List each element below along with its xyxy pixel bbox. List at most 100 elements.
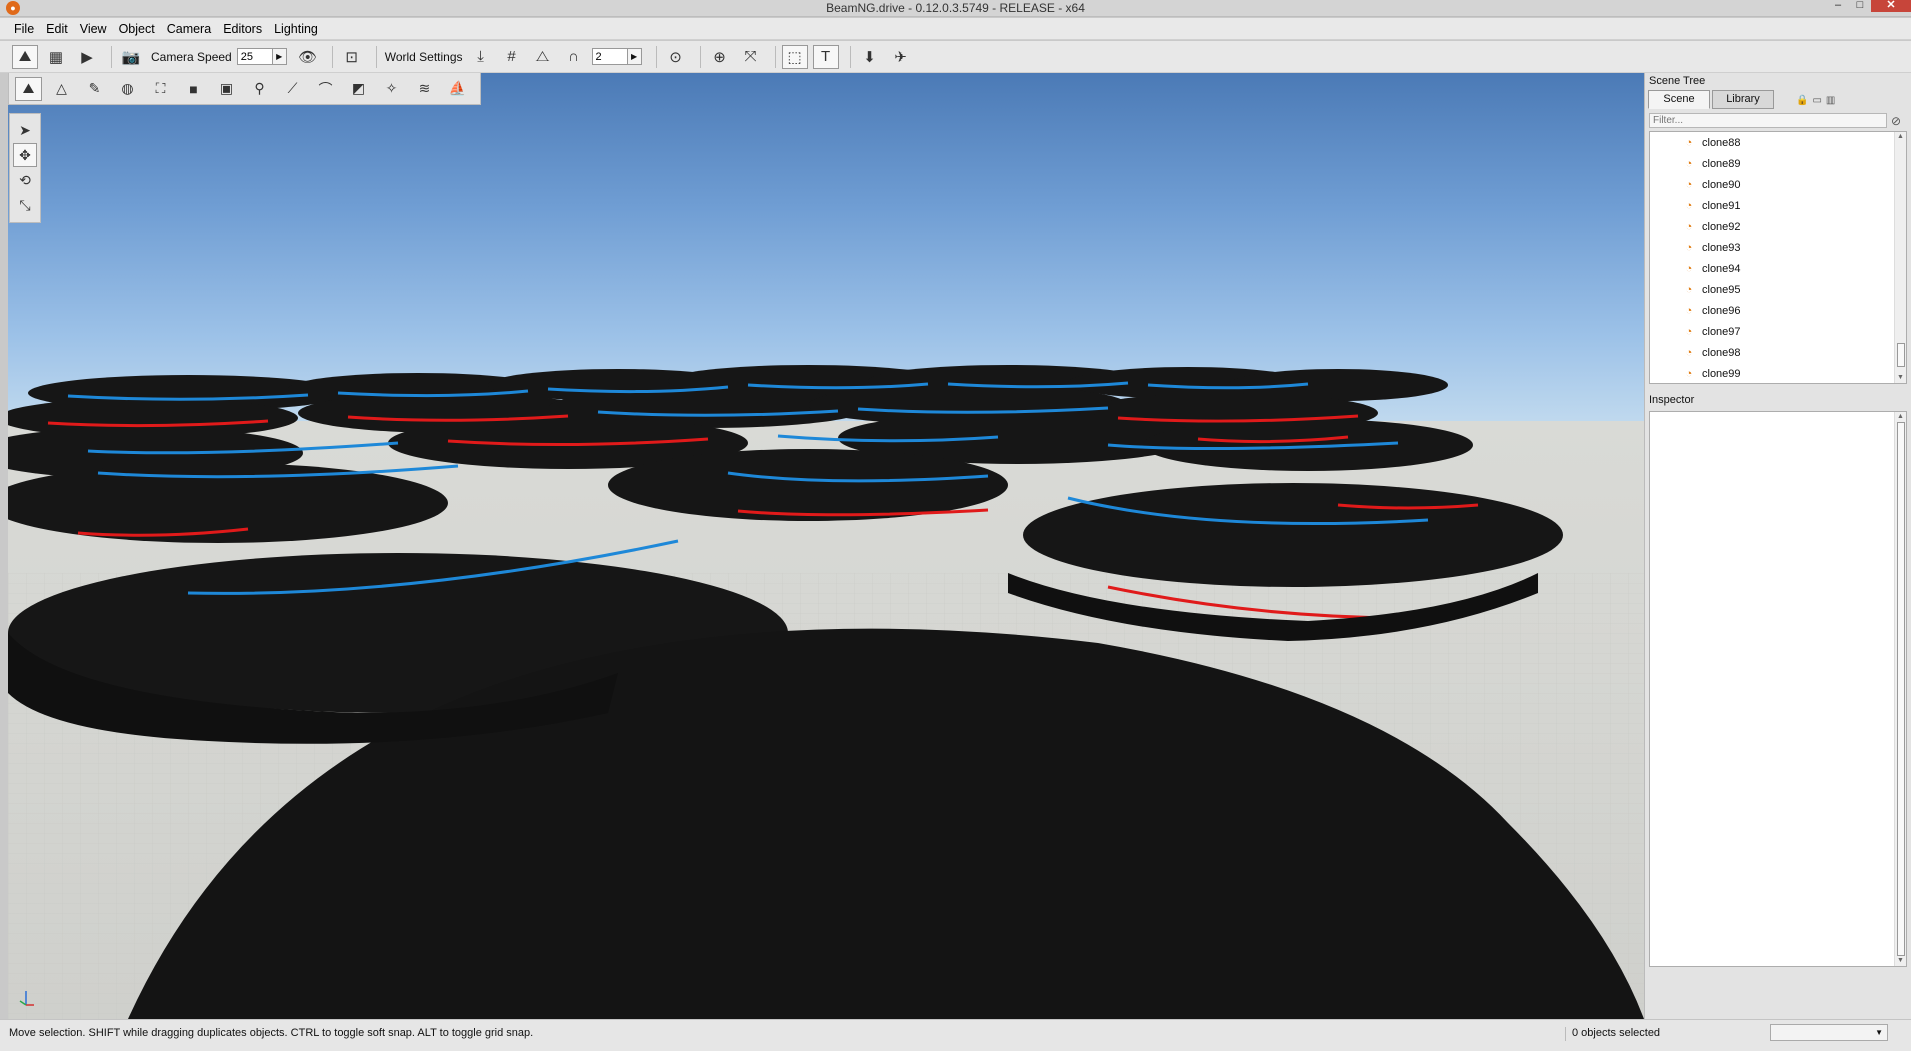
- road-editor-icon[interactable]: ⌒: [312, 77, 339, 101]
- 3d-viewport[interactable]: ⛰ △ ✎ ◍ ⛶ ■ ▣ ⚲ ⟋ ⌒ ◩ ✧ ≋ ⛵ ➤ ✥ ⟲ ⤡: [8, 73, 1644, 1019]
- object-center-icon[interactable]: ⊙: [663, 45, 689, 69]
- camera-icon[interactable]: 📷: [118, 45, 144, 69]
- list-item[interactable]: ◔ clone89: [1650, 153, 1906, 174]
- image-editor-icon[interactable]: ▣: [213, 77, 240, 101]
- list-item-label: clone99: [1702, 367, 1741, 380]
- camera-speed-input[interactable]: [236, 48, 273, 65]
- grid-snap-icon[interactable]: #: [499, 45, 525, 69]
- menu-camera[interactable]: Camera: [167, 22, 211, 36]
- scroll-down-icon[interactable]: ▼: [1895, 373, 1906, 383]
- menu-bar: File Edit View Object Camera Editors Lig…: [0, 18, 1911, 40]
- scale-gizmo-icon[interactable]: ⤡: [13, 193, 37, 217]
- navmesh-icon[interactable]: ✧: [378, 77, 405, 101]
- terrain-editor-icon[interactable]: △: [48, 77, 75, 101]
- forest-editor-icon[interactable]: ⚲: [246, 77, 273, 101]
- menu-view[interactable]: View: [80, 22, 107, 36]
- list-item[interactable]: ◔ clone93: [1650, 237, 1906, 258]
- menu-file[interactable]: File: [14, 22, 34, 36]
- world-editor-icon[interactable]: ⛰: [12, 44, 38, 69]
- magnet-icon[interactable]: ∩: [561, 45, 587, 69]
- gui-editor-icon[interactable]: ▦: [43, 45, 69, 69]
- scrollbar-thumb[interactable]: [1897, 343, 1905, 367]
- world-settings-button[interactable]: World Settings: [385, 50, 463, 64]
- menu-editors[interactable]: Editors: [223, 22, 262, 36]
- list-item[interactable]: ◔ clone96: [1650, 300, 1906, 321]
- tab-library[interactable]: Library: [1712, 90, 1774, 109]
- object-icon: ◔: [1685, 199, 1693, 212]
- maximize-button[interactable]: □: [1849, 0, 1871, 12]
- mesh-road-icon[interactable]: ◩: [345, 77, 372, 101]
- object-editor-icon[interactable]: ⛰: [15, 76, 42, 101]
- inspector-scrollbar[interactable]: ▲ ▼: [1894, 412, 1906, 966]
- visibility-eye-icon[interactable]: 👁: [295, 45, 321, 69]
- snap-bounds-icon[interactable]: ⧍: [530, 45, 556, 69]
- list-item[interactable]: ◔ clone99: [1650, 363, 1906, 383]
- decal-editor-icon[interactable]: ⛶: [147, 77, 174, 101]
- clear-filter-icon[interactable]: ⊘: [1891, 114, 1901, 128]
- object-icon: ◔: [1685, 325, 1693, 338]
- filter-input[interactable]: [1649, 113, 1887, 128]
- fly-camera-icon[interactable]: ✈: [888, 45, 914, 69]
- close-button[interactable]: ✕: [1871, 0, 1911, 12]
- scene-render: [8, 365, 1644, 1019]
- select-box-icon[interactable]: ⬚: [781, 44, 808, 69]
- toolbar-separator: [375, 45, 377, 68]
- list-item[interactable]: ◔ clone92: [1650, 216, 1906, 237]
- world-transform-icon[interactable]: ⊕: [707, 45, 733, 69]
- scroll-up-icon[interactable]: ▲: [1895, 412, 1906, 422]
- rotate-gizmo-icon[interactable]: ⟲: [13, 168, 37, 192]
- status-bar: Move selection. SHIFT while dragging dup…: [0, 1019, 1911, 1051]
- list-item[interactable]: ◔ clone97: [1650, 321, 1906, 342]
- text-label-icon[interactable]: T: [812, 44, 839, 69]
- menu-lighting[interactable]: Lighting: [274, 22, 318, 36]
- drop-object-icon[interactable]: ⬇: [857, 45, 883, 69]
- list-item[interactable]: ◔ clone94: [1650, 258, 1906, 279]
- list-item[interactable]: ◔ clone91: [1650, 195, 1906, 216]
- scene-tree-list[interactable]: ◔ clone88 ◔ clone89 ◔ clone90 ◔ clone91 ◔ clo…: [1649, 131, 1907, 384]
- object-icon: ◔: [1685, 283, 1693, 296]
- list-item[interactable]: ◔ clone88: [1650, 132, 1906, 153]
- move-gizmo-icon[interactable]: ✥: [13, 143, 37, 167]
- list-item[interactable]: ◔ clone98: [1650, 342, 1906, 363]
- material-box-icon[interactable]: ■: [180, 77, 207, 101]
- snap-terrain-icon[interactable]: ⤓: [468, 45, 494, 69]
- minimize-button[interactable]: –: [1827, 0, 1849, 12]
- new-group-icon[interactable]: ▭: [1812, 95, 1821, 106]
- tab-scene[interactable]: Scene: [1648, 90, 1710, 109]
- toolbar-separator: [655, 45, 657, 68]
- path-editor-icon[interactable]: ⛵: [444, 77, 471, 101]
- list-item-label: clone93: [1702, 241, 1741, 254]
- delete-bin-icon[interactable]: ▥: [1826, 95, 1835, 106]
- scrollbar-thumb[interactable]: [1897, 422, 1905, 956]
- toolbar-separator: [331, 45, 333, 68]
- toolbar-separator: [849, 45, 851, 68]
- scene-tree-scrollbar[interactable]: ▲ ▼: [1894, 132, 1906, 383]
- object-icon: ◔: [1685, 304, 1693, 317]
- menu-object[interactable]: Object: [119, 22, 155, 36]
- camera-speed-label: Camera Speed: [151, 49, 232, 64]
- menu-edit[interactable]: Edit: [46, 22, 68, 36]
- lock-icon[interactable]: 🔒: [1796, 95, 1808, 106]
- list-item[interactable]: ◔ clone95: [1650, 279, 1906, 300]
- object-transform-icon[interactable]: ⤧: [738, 45, 764, 69]
- inspector-title: Inspector: [1649, 394, 1695, 406]
- select-arrow-icon[interactable]: ➤: [13, 118, 37, 142]
- snap-camera-icon[interactable]: ⊡: [339, 45, 365, 69]
- sphere-icon[interactable]: ◍: [114, 77, 141, 101]
- status-dropdown[interactable]: ▼: [1770, 1024, 1888, 1041]
- terrain-painter-icon[interactable]: ✎: [81, 77, 108, 101]
- inspector-panel[interactable]: ▲ ▼: [1649, 411, 1907, 967]
- list-item[interactable]: ◔ clone90: [1650, 174, 1906, 195]
- decal-road-icon[interactable]: ≋: [411, 77, 438, 101]
- transform-tools-bar: ➤ ✥ ⟲ ⤡: [9, 113, 41, 223]
- list-item-label: clone96: [1702, 304, 1741, 317]
- scroll-up-icon[interactable]: ▲: [1895, 132, 1906, 142]
- river-editor-icon[interactable]: ⟋: [279, 77, 306, 101]
- scroll-down-icon[interactable]: ▼: [1895, 956, 1906, 966]
- list-item-label: clone97: [1702, 325, 1741, 338]
- grid-size-input[interactable]: [591, 48, 628, 65]
- grid-size-arrow-icon[interactable]: ▶: [627, 48, 642, 65]
- object-icon: ◔: [1685, 157, 1693, 170]
- camera-speed-arrow-icon[interactable]: ▶: [272, 48, 287, 65]
- play-game-icon[interactable]: ▶: [74, 45, 100, 69]
